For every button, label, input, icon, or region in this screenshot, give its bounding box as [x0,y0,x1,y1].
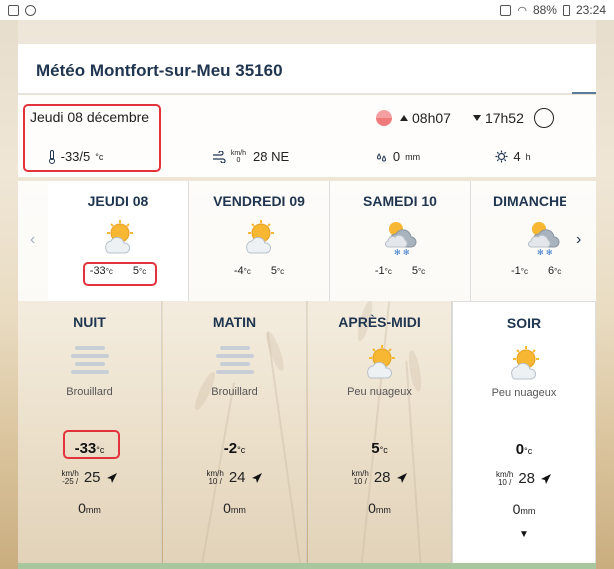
status-bar: ◠ 88% 23:24 [0,0,614,20]
period-name: SOIR [506,315,542,331]
period-wind: km/h -25 / 25 [18,469,161,486]
wind-unit: km/h -25 / [61,468,79,486]
sun-icon [376,110,392,126]
wind-direction-icon [396,472,407,483]
wind-unit: km/h 10 / [206,468,224,486]
wind-stat: km/h 0 28 NE [163,149,338,164]
wind-direction-icon [106,472,117,483]
smiley-notification-icon [25,4,36,16]
fog-icon [213,342,257,382]
period-description: Brouillard [211,386,258,398]
period-temperature: 0°c [515,441,533,458]
rain-value: 0 [392,149,401,164]
carousel-next-arrow[interactable]: › [576,231,581,249]
sunrise-icon [400,115,408,121]
sunshine-value: 4 [513,149,521,164]
day-card[interactable]: DIMANCHE ✻ ✻ -1°c 6°c [471,181,566,301]
period-name: APRÈS-MIDI [338,314,421,330]
day-temps: -4°c 5°c [233,265,285,277]
top-spacer [18,20,596,44]
snow-cloud-icon: ✻ ✻ [523,217,563,257]
day-min-temp: -1 [511,265,521,277]
period-morning[interactable]: MATIN Brouillard -2°c km/h 10 / 24 0mm [163,301,307,564]
period-name: NUIT [73,314,106,330]
day-name: DIMANCHE [493,193,566,209]
sunshine-stat: 4h [458,149,568,164]
period-rain: 0mm [512,501,536,517]
day-min-temp: -1 [374,265,385,277]
period-wind: km/h 10 / 28 [308,469,451,486]
battery-level: 88% [532,3,557,17]
svg-text:✻ ✻: ✻ ✻ [394,248,410,257]
sunset-icon [472,115,481,121]
title-bar: Météo Montfort-sur-Meu 35160 [18,44,596,94]
sunset-time: 17h52 [484,110,524,126]
period-temperature: 5°c [371,440,388,457]
battery-icon [562,4,570,16]
gallery-notification-icon [8,4,19,16]
raindrops-icon [376,152,386,162]
period-wind: km/h 10 / 28 [453,470,595,487]
wind-direction-icon [541,473,552,484]
wifi-icon: ◠ [517,4,527,17]
sun-cloud-icon [358,342,402,382]
highlight-box-night-temp [63,430,120,459]
day-temps: -1°c 6°c [511,265,562,277]
title-underline [572,92,596,94]
expand-chevron-icon[interactable]: ▼ [453,529,595,540]
period-description: Brouillard [66,386,113,398]
carousel-prev-arrow[interactable]: ‹ [30,231,35,249]
period-afternoon[interactable]: APRÈS-MIDI Peu nuageux 5°c km/h 10 / 28 0… [308,301,452,564]
rain-unit: mm [405,151,421,162]
snow-cloud-icon: ✻ ✻ [380,217,420,257]
wind-speed: 24 [228,469,246,486]
wind-icon [212,150,226,163]
day-name: JEUDI 08 [87,193,149,209]
wind-speed: 25 [83,469,101,486]
sunshine-icon [495,150,508,163]
day-card[interactable]: SAMEDI 10 ✻ ✻ -1°c 5°c [330,181,470,301]
moon-phase-icon [533,108,554,128]
wind-speed: 28 [518,470,536,487]
wind-value: 28 NE [253,149,290,164]
day-min-temp: -4 [233,265,244,277]
sun-cloud-icon [98,217,138,257]
sunrise-time: 08h07 [412,110,451,126]
sunshine-unit: h [525,151,531,162]
wind-unit: km/h 0 [230,149,247,164]
map-strip [18,563,596,569]
highlight-box-date [23,104,161,172]
wind-direction-icon [251,472,262,483]
period-name: MATIN [212,314,257,330]
period-rain: 0mm [368,500,391,516]
svg-text:✻ ✻: ✻ ✻ [537,248,553,257]
alarm-icon [500,4,512,16]
page-title: Météo Montfort-sur-Meu 35160 [36,61,283,80]
sun-times: 08h07 17h52 [376,108,554,128]
wind-unit: km/h 10 / [495,469,514,487]
sun-cloud-icon [239,217,279,257]
rain-stat: 0 mm [338,149,458,164]
period-rain: 0mm [223,500,246,516]
fog-icon [68,342,112,382]
period-description: Peu nuageux [347,386,412,398]
day-name: SAMEDI 10 [363,193,437,209]
sun-cloud-icon [502,343,546,383]
clock: 23:24 [575,3,606,17]
period-rain: 0mm [78,500,101,516]
highlight-box-day-temps [83,262,157,286]
day-temps: -1°c 5°c [374,265,426,277]
period-evening[interactable]: SOIR Peu nuageux 0°c km/h 10 / 28 0mm ▼ [452,301,596,564]
day-card[interactable]: VENDREDI 09 -4°c 5°c [189,181,329,301]
wind-speed: 28 [373,469,391,486]
day-name: VENDREDI 09 [213,193,305,209]
wind-unit: km/h 10 / [351,468,369,486]
period-temperature: -2°c [223,440,246,457]
period-description: Peu nuageux [491,387,557,399]
period-wind: km/h 10 / 24 [163,469,306,486]
